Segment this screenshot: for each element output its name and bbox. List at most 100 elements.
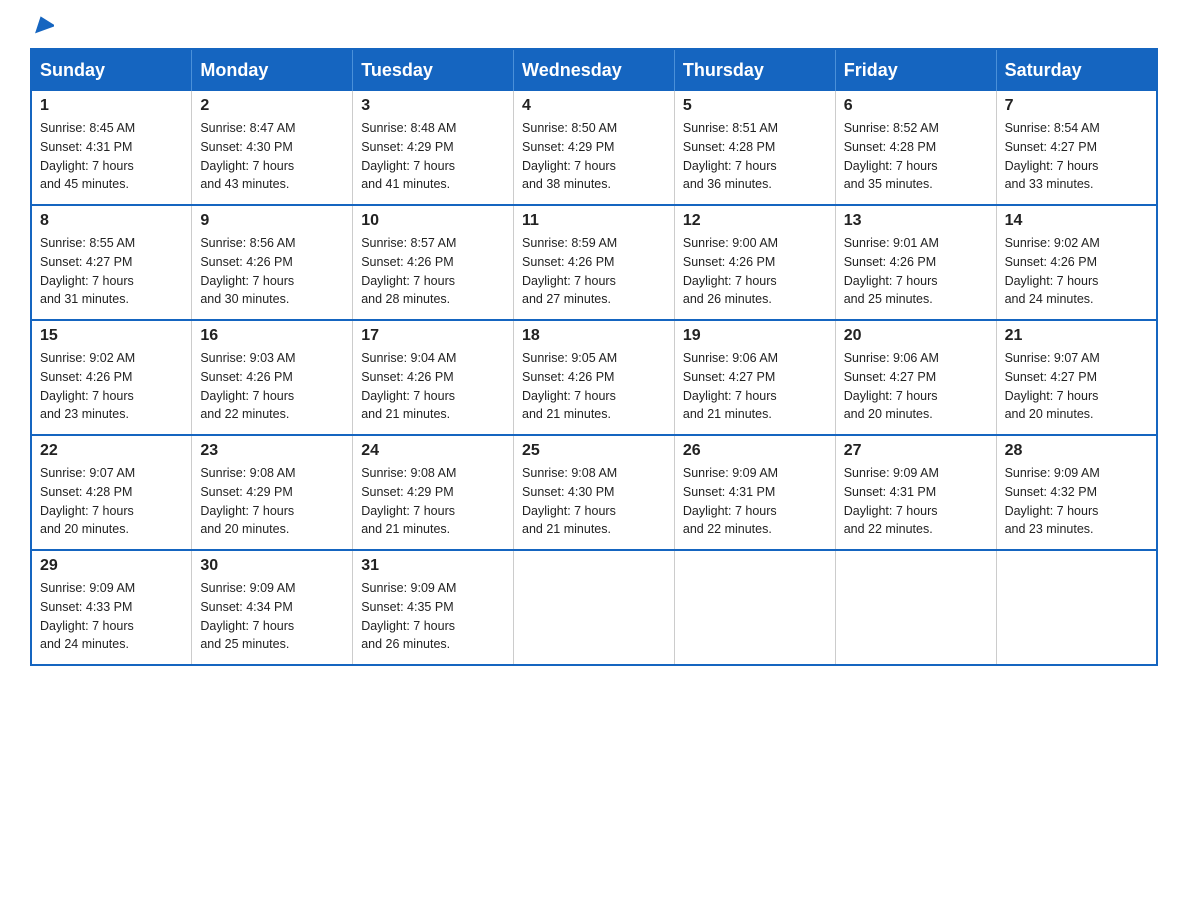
day-number: 10	[361, 212, 505, 230]
day-number: 11	[522, 212, 666, 230]
calendar-cell: 22 Sunrise: 9:07 AM Sunset: 4:28 PM Dayl…	[31, 435, 192, 550]
day-number: 17	[361, 327, 505, 345]
day-info: Sunrise: 9:08 AM Sunset: 4:29 PM Dayligh…	[361, 464, 505, 539]
calendar-cell: 17 Sunrise: 9:04 AM Sunset: 4:26 PM Dayl…	[353, 320, 514, 435]
logo-arrow-icon	[32, 12, 54, 34]
day-number: 27	[844, 442, 988, 460]
calendar-cell: 6 Sunrise: 8:52 AM Sunset: 4:28 PM Dayli…	[835, 91, 996, 205]
calendar-cell: 10 Sunrise: 8:57 AM Sunset: 4:26 PM Dayl…	[353, 205, 514, 320]
page-header	[30, 20, 1158, 28]
calendar-cell: 24 Sunrise: 9:08 AM Sunset: 4:29 PM Dayl…	[353, 435, 514, 550]
logo	[30, 20, 54, 28]
day-info: Sunrise: 8:56 AM Sunset: 4:26 PM Dayligh…	[200, 234, 344, 309]
day-info: Sunrise: 8:50 AM Sunset: 4:29 PM Dayligh…	[522, 119, 666, 194]
calendar-cell: 16 Sunrise: 9:03 AM Sunset: 4:26 PM Dayl…	[192, 320, 353, 435]
day-number: 9	[200, 212, 344, 230]
day-info: Sunrise: 9:04 AM Sunset: 4:26 PM Dayligh…	[361, 349, 505, 424]
calendar-cell: 30 Sunrise: 9:09 AM Sunset: 4:34 PM Dayl…	[192, 550, 353, 665]
day-number: 5	[683, 97, 827, 115]
calendar-cell: 28 Sunrise: 9:09 AM Sunset: 4:32 PM Dayl…	[996, 435, 1157, 550]
calendar-cell: 26 Sunrise: 9:09 AM Sunset: 4:31 PM Dayl…	[674, 435, 835, 550]
day-info: Sunrise: 9:09 AM Sunset: 4:34 PM Dayligh…	[200, 579, 344, 654]
day-info: Sunrise: 9:09 AM Sunset: 4:33 PM Dayligh…	[40, 579, 183, 654]
day-info: Sunrise: 9:07 AM Sunset: 4:27 PM Dayligh…	[1005, 349, 1148, 424]
day-number: 20	[844, 327, 988, 345]
day-number: 6	[844, 97, 988, 115]
day-info: Sunrise: 9:03 AM Sunset: 4:26 PM Dayligh…	[200, 349, 344, 424]
day-info: Sunrise: 9:02 AM Sunset: 4:26 PM Dayligh…	[40, 349, 183, 424]
day-number: 26	[683, 442, 827, 460]
calendar-cell	[514, 550, 675, 665]
day-info: Sunrise: 8:48 AM Sunset: 4:29 PM Dayligh…	[361, 119, 505, 194]
weekday-header-tuesday: Tuesday	[353, 49, 514, 91]
calendar-cell: 21 Sunrise: 9:07 AM Sunset: 4:27 PM Dayl…	[996, 320, 1157, 435]
day-number: 29	[40, 557, 183, 575]
calendar-header-row: SundayMondayTuesdayWednesdayThursdayFrid…	[31, 49, 1157, 91]
calendar-cell: 2 Sunrise: 8:47 AM Sunset: 4:30 PM Dayli…	[192, 91, 353, 205]
day-info: Sunrise: 9:00 AM Sunset: 4:26 PM Dayligh…	[683, 234, 827, 309]
day-info: Sunrise: 9:01 AM Sunset: 4:26 PM Dayligh…	[844, 234, 988, 309]
calendar-cell: 13 Sunrise: 9:01 AM Sunset: 4:26 PM Dayl…	[835, 205, 996, 320]
day-info: Sunrise: 8:57 AM Sunset: 4:26 PM Dayligh…	[361, 234, 505, 309]
calendar-cell	[674, 550, 835, 665]
day-number: 7	[1005, 97, 1148, 115]
calendar-cell: 11 Sunrise: 8:59 AM Sunset: 4:26 PM Dayl…	[514, 205, 675, 320]
day-info: Sunrise: 9:07 AM Sunset: 4:28 PM Dayligh…	[40, 464, 183, 539]
calendar-week-row: 22 Sunrise: 9:07 AM Sunset: 4:28 PM Dayl…	[31, 435, 1157, 550]
calendar-cell: 9 Sunrise: 8:56 AM Sunset: 4:26 PM Dayli…	[192, 205, 353, 320]
day-number: 3	[361, 97, 505, 115]
day-number: 12	[683, 212, 827, 230]
day-info: Sunrise: 9:09 AM Sunset: 4:32 PM Dayligh…	[1005, 464, 1148, 539]
day-info: Sunrise: 8:51 AM Sunset: 4:28 PM Dayligh…	[683, 119, 827, 194]
calendar-cell: 23 Sunrise: 9:08 AM Sunset: 4:29 PM Dayl…	[192, 435, 353, 550]
day-number: 13	[844, 212, 988, 230]
day-number: 23	[200, 442, 344, 460]
calendar-cell: 1 Sunrise: 8:45 AM Sunset: 4:31 PM Dayli…	[31, 91, 192, 205]
calendar-cell: 27 Sunrise: 9:09 AM Sunset: 4:31 PM Dayl…	[835, 435, 996, 550]
day-number: 21	[1005, 327, 1148, 345]
calendar-cell: 5 Sunrise: 8:51 AM Sunset: 4:28 PM Dayli…	[674, 91, 835, 205]
day-info: Sunrise: 9:02 AM Sunset: 4:26 PM Dayligh…	[1005, 234, 1148, 309]
day-info: Sunrise: 9:09 AM Sunset: 4:31 PM Dayligh…	[844, 464, 988, 539]
day-info: Sunrise: 8:59 AM Sunset: 4:26 PM Dayligh…	[522, 234, 666, 309]
weekday-header-wednesday: Wednesday	[514, 49, 675, 91]
calendar-cell: 12 Sunrise: 9:00 AM Sunset: 4:26 PM Dayl…	[674, 205, 835, 320]
day-number: 28	[1005, 442, 1148, 460]
calendar-table: SundayMondayTuesdayWednesdayThursdayFrid…	[30, 48, 1158, 666]
calendar-week-row: 1 Sunrise: 8:45 AM Sunset: 4:31 PM Dayli…	[31, 91, 1157, 205]
day-info: Sunrise: 8:52 AM Sunset: 4:28 PM Dayligh…	[844, 119, 988, 194]
calendar-cell: 3 Sunrise: 8:48 AM Sunset: 4:29 PM Dayli…	[353, 91, 514, 205]
calendar-cell: 29 Sunrise: 9:09 AM Sunset: 4:33 PM Dayl…	[31, 550, 192, 665]
weekday-header-monday: Monday	[192, 49, 353, 91]
weekday-header-sunday: Sunday	[31, 49, 192, 91]
weekday-header-saturday: Saturday	[996, 49, 1157, 91]
day-number: 1	[40, 97, 183, 115]
calendar-cell: 19 Sunrise: 9:06 AM Sunset: 4:27 PM Dayl…	[674, 320, 835, 435]
day-number: 22	[40, 442, 183, 460]
calendar-week-row: 8 Sunrise: 8:55 AM Sunset: 4:27 PM Dayli…	[31, 205, 1157, 320]
weekday-header-thursday: Thursday	[674, 49, 835, 91]
day-number: 19	[683, 327, 827, 345]
day-number: 16	[200, 327, 344, 345]
day-number: 4	[522, 97, 666, 115]
day-info: Sunrise: 9:08 AM Sunset: 4:30 PM Dayligh…	[522, 464, 666, 539]
weekday-header-friday: Friday	[835, 49, 996, 91]
day-number: 25	[522, 442, 666, 460]
day-number: 8	[40, 212, 183, 230]
day-info: Sunrise: 8:47 AM Sunset: 4:30 PM Dayligh…	[200, 119, 344, 194]
day-number: 14	[1005, 212, 1148, 230]
calendar-week-row: 15 Sunrise: 9:02 AM Sunset: 4:26 PM Dayl…	[31, 320, 1157, 435]
calendar-cell: 8 Sunrise: 8:55 AM Sunset: 4:27 PM Dayli…	[31, 205, 192, 320]
calendar-cell: 18 Sunrise: 9:05 AM Sunset: 4:26 PM Dayl…	[514, 320, 675, 435]
day-number: 2	[200, 97, 344, 115]
day-info: Sunrise: 9:09 AM Sunset: 4:31 PM Dayligh…	[683, 464, 827, 539]
day-number: 30	[200, 557, 344, 575]
calendar-week-row: 29 Sunrise: 9:09 AM Sunset: 4:33 PM Dayl…	[31, 550, 1157, 665]
day-number: 18	[522, 327, 666, 345]
day-info: Sunrise: 9:09 AM Sunset: 4:35 PM Dayligh…	[361, 579, 505, 654]
day-info: Sunrise: 9:06 AM Sunset: 4:27 PM Dayligh…	[683, 349, 827, 424]
calendar-cell: 7 Sunrise: 8:54 AM Sunset: 4:27 PM Dayli…	[996, 91, 1157, 205]
calendar-cell: 15 Sunrise: 9:02 AM Sunset: 4:26 PM Dayl…	[31, 320, 192, 435]
day-info: Sunrise: 8:45 AM Sunset: 4:31 PM Dayligh…	[40, 119, 183, 194]
calendar-cell	[835, 550, 996, 665]
